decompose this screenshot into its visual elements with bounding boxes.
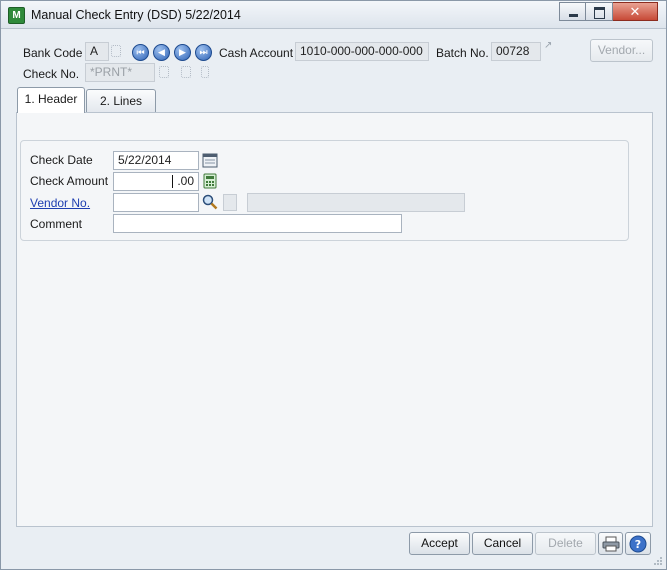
calculator-icon[interactable]: [202, 173, 218, 189]
cash-account-label: Cash Account: [219, 46, 294, 60]
svg-text:?: ?: [635, 538, 641, 551]
check-date-field[interactable]: 5/22/2014: [113, 151, 199, 170]
comment-label: Comment: [30, 217, 83, 231]
batch-no-label: Batch No.: [436, 46, 489, 60]
window-controls: ✕: [559, 2, 658, 21]
cancel-button[interactable]: Cancel: [472, 532, 533, 555]
text-cursor: [172, 175, 174, 189]
check-no-option2-icon[interactable]: [201, 66, 209, 78]
bank-code-label: Bank Code: [23, 46, 83, 60]
maximize-button[interactable]: [586, 2, 613, 21]
title-bar: M Manual Check Entry (DSD) 5/22/2014 ✕: [1, 1, 666, 29]
delete-button[interactable]: Delete: [535, 532, 596, 555]
vendor-button[interactable]: Vendor...: [590, 39, 653, 62]
check-no-field[interactable]: *PRNT*: [85, 63, 155, 82]
cash-account-field: 1010-000-000-000-000: [295, 42, 429, 61]
batch-expand-icon[interactable]: ↗: [544, 40, 552, 51]
vendor-checkbox[interactable]: [223, 194, 237, 211]
check-no-option-icon[interactable]: [181, 66, 191, 78]
batch-no-field: 00728: [491, 42, 541, 61]
tab-header[interactable]: 1. Header: [17, 87, 85, 113]
resize-grip-icon[interactable]: [653, 556, 663, 566]
print-button[interactable]: [598, 532, 623, 555]
check-no-lookup-icon[interactable]: [159, 66, 169, 78]
help-icon: ?: [629, 535, 647, 553]
vendor-no-field[interactable]: [113, 193, 199, 212]
last-record-icon[interactable]: ⏭: [195, 44, 212, 61]
bank-code-lookup-icon[interactable]: [111, 45, 121, 57]
search-icon[interactable]: [202, 194, 218, 210]
check-amount-value: .00: [177, 174, 194, 188]
comment-field[interactable]: [113, 214, 402, 233]
check-amount-field[interactable]: .00: [113, 172, 199, 191]
check-date-label: Check Date: [30, 153, 93, 167]
first-record-icon[interactable]: ⏮: [132, 44, 149, 61]
bank-code-field[interactable]: A: [85, 42, 109, 61]
calendar-icon[interactable]: [202, 152, 218, 168]
next-record-icon[interactable]: ▶: [174, 44, 191, 61]
check-amount-label: Check Amount: [30, 174, 109, 188]
panel-scrollbar[interactable]: [653, 112, 663, 527]
tab-header-label: 1. Header: [24, 92, 78, 106]
minimize-button[interactable]: [559, 2, 586, 21]
vendor-name-field: [247, 193, 465, 212]
previous-record-icon[interactable]: ◀: [153, 44, 170, 61]
app-icon: M: [8, 7, 25, 24]
check-no-label: Check No.: [23, 67, 80, 81]
tab-lines-label: 2. Lines: [99, 94, 143, 108]
accept-button[interactable]: Accept: [409, 532, 470, 555]
help-button[interactable]: ?: [625, 532, 651, 555]
close-button[interactable]: ✕: [613, 2, 658, 21]
vendor-no-link[interactable]: Vendor No.: [30, 196, 90, 210]
window-title: Manual Check Entry (DSD) 5/22/2014: [31, 8, 241, 22]
printer-icon: [602, 536, 619, 552]
manual-check-entry-window: M Manual Check Entry (DSD) 5/22/2014 ✕ B…: [0, 0, 667, 570]
tab-lines[interactable]: 2. Lines: [86, 89, 156, 113]
